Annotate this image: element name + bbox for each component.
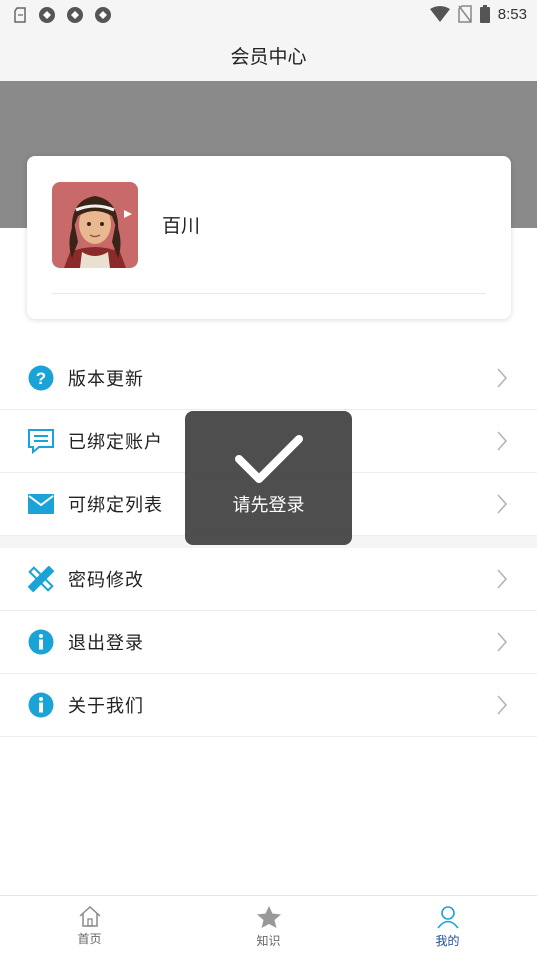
status-bar: 8:53 [0, 0, 537, 30]
app-notification-icon [39, 7, 55, 23]
info-circle-icon [27, 628, 55, 656]
tab-label: 我的 [435, 934, 460, 948]
home-icon [78, 905, 101, 927]
tools-icon [27, 565, 55, 593]
menu-group-2: 密码修改 退出登录 关于我们 [0, 548, 537, 737]
chevron-right-icon [497, 494, 507, 514]
toast-message: 请先登录 [232, 495, 305, 516]
menu-item-version-update[interactable]: ? 版本更新 [0, 347, 537, 410]
tab-home[interactable]: 首页 [0, 896, 179, 957]
tab-label: 知识 [256, 934, 281, 948]
menu-label: 已绑定账户 [68, 432, 163, 453]
wifi-icon [429, 6, 450, 22]
menu-item-change-password[interactable]: 密码修改 [0, 548, 537, 611]
profile-card[interactable]: 百川 [27, 156, 511, 319]
info-circle-icon [27, 691, 55, 719]
app-notification-icon [95, 7, 111, 23]
chevron-right-icon [497, 632, 507, 652]
avatar[interactable] [52, 182, 138, 268]
card-divider [52, 293, 486, 294]
star-icon [256, 906, 281, 928]
tab-label: 首页 [77, 932, 102, 946]
menu-item-about-us[interactable]: 关于我们 [0, 674, 537, 737]
chevron-right-icon [497, 368, 507, 388]
message-icon [27, 427, 55, 455]
chevron-right-icon [497, 695, 507, 715]
chevron-right-icon [497, 431, 507, 451]
svg-text:?: ? [36, 369, 46, 388]
page-title: 会员中心 [230, 46, 307, 68]
battery-icon [479, 5, 490, 23]
title-bar: 会员中心 [0, 30, 537, 81]
status-right: 8:53 [429, 5, 527, 23]
menu-label: 版本更新 [68, 369, 144, 390]
tab-bar: 首页 知识 我的 [0, 895, 537, 957]
app-notification-icon [67, 7, 83, 23]
user-icon [436, 906, 459, 929]
menu-label: 密码修改 [68, 570, 144, 591]
no-sim-icon [458, 5, 472, 23]
menu-label: 退出登录 [68, 633, 144, 654]
tab-knowledge[interactable]: 知识 [179, 896, 358, 957]
username: 百川 [162, 215, 201, 237]
question-circle-icon: ? [27, 364, 55, 392]
status-time: 8:53 [497, 5, 527, 23]
toast: 请先登录 [185, 411, 352, 545]
menu-label: 可绑定列表 [68, 495, 163, 516]
check-icon [234, 435, 303, 483]
mail-icon [27, 490, 55, 518]
tab-mine[interactable]: 我的 [358, 896, 537, 957]
menu-label: 关于我们 [68, 696, 144, 717]
status-left [14, 6, 112, 24]
menu-item-logout[interactable]: 退出登录 [0, 611, 537, 674]
chevron-right-icon [497, 569, 507, 589]
notification-icon [14, 7, 26, 23]
